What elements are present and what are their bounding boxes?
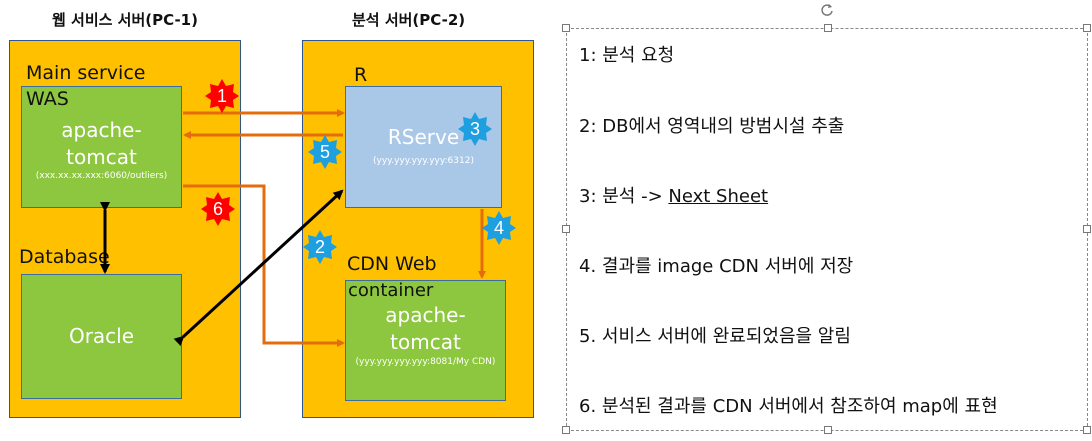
badge-2: 2 xyxy=(303,230,337,264)
resize-handle-tm[interactable] xyxy=(824,24,832,32)
step-6: 6. 분석된 결과를 CDN 서버에서 참조하여 map에 표현 xyxy=(579,396,998,417)
connector-arrows xyxy=(100,109,486,347)
badge-1: 1 xyxy=(205,79,239,113)
step-4: 4. 결과를 image CDN 서버에 저장 xyxy=(579,256,854,277)
resize-handle-tr[interactable] xyxy=(1083,24,1091,32)
badge-5-number: 5 xyxy=(319,142,330,162)
badge-3: 3 xyxy=(458,112,492,146)
badge-6: 6 xyxy=(201,192,235,226)
step-1: 1: 분석 요청 xyxy=(579,45,675,66)
next-sheet-link[interactable]: Next Sheet xyxy=(668,186,768,207)
step-5: 5. 서비스 서버에 완료되었음을 알림 xyxy=(579,326,851,347)
resize-handle-bm[interactable] xyxy=(824,426,832,434)
step-2: 2: DB에서 영역내의 방범시설 추출 xyxy=(579,116,845,137)
badge-6-number: 6 xyxy=(212,199,223,219)
resize-handle-bl[interactable] xyxy=(562,426,570,434)
badge-5: 5 xyxy=(308,135,342,169)
badge-3-number: 3 xyxy=(469,119,480,139)
steps-textbox[interactable]: 1: 분석 요청 2: DB에서 영역내의 방범시설 추출 3: 분석 -> N… xyxy=(566,28,1088,431)
resize-handle-br[interactable] xyxy=(1083,426,1091,434)
resize-handle-tl[interactable] xyxy=(562,24,570,32)
resize-handle-mr[interactable] xyxy=(1083,225,1091,233)
step-3: 3: 분석 -> Next Sheet xyxy=(579,182,768,208)
resize-handle-ml[interactable] xyxy=(562,225,570,233)
badge-4: 4 xyxy=(482,211,516,245)
badge-4-number: 4 xyxy=(493,218,504,238)
badge-1-number: 1 xyxy=(216,86,227,106)
step-3-text: 3: 분석 -> xyxy=(579,186,669,207)
badge-2-number: 2 xyxy=(314,237,325,257)
rotate-handle-icon[interactable] xyxy=(819,2,835,18)
